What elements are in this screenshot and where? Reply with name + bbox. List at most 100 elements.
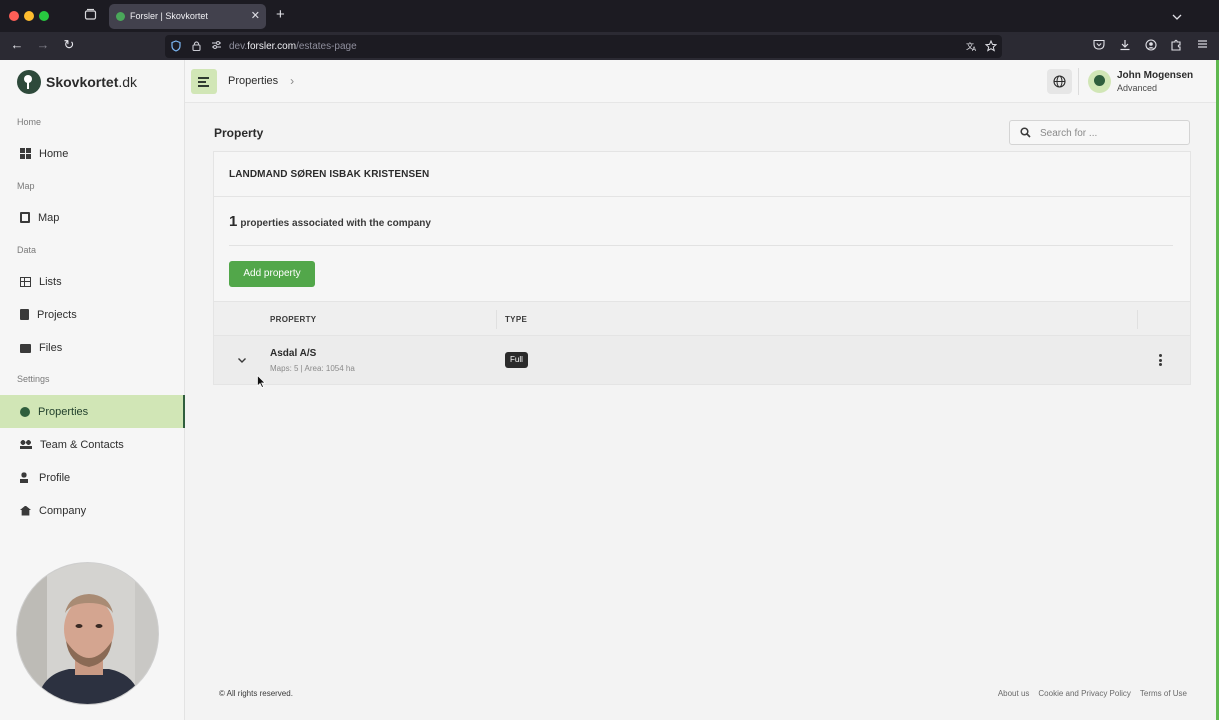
user-avatar[interactable] <box>1088 70 1111 93</box>
lock-icon[interactable] <box>192 40 201 55</box>
logo-tld: .dk <box>118 74 138 90</box>
header-divider <box>1078 68 1079 95</box>
section-label-home: Home <box>17 117 42 127</box>
expand-chevron-icon[interactable] <box>236 353 248 365</box>
permissions-icon[interactable] <box>211 40 222 54</box>
url-text[interactable]: dev.forsler.com/estates-page <box>229 41 357 53</box>
account-icon[interactable] <box>1144 39 1158 55</box>
properties-icon <box>20 406 30 417</box>
extensions-icon[interactable] <box>1169 39 1183 55</box>
folder-icon <box>20 344 31 353</box>
page-title: Property <box>214 126 264 140</box>
minimize-window-button[interactable] <box>24 11 34 21</box>
section-label-map: Map <box>17 181 35 191</box>
reload-icon[interactable]: ↻ <box>61 37 77 53</box>
tab-list-chevron-icon[interactable] <box>1172 9 1182 20</box>
sidebar-item-label: Lists <box>39 275 62 288</box>
sidebar-item-label: Projects <box>37 308 77 321</box>
url-bar[interactable]: dev.forsler.com/estates-page 文A <box>165 35 1002 58</box>
bookmark-star-icon[interactable] <box>984 39 998 56</box>
sidebar-item-map[interactable]: Map <box>0 201 185 234</box>
table-header: PROPERTY TYPE <box>214 301 1190 336</box>
clipboard-icon <box>20 309 29 320</box>
webcam-overlay <box>16 562 159 705</box>
sidebar-item-label: Team & Contacts <box>40 438 124 451</box>
grid-icon <box>20 148 31 159</box>
search-icon <box>1020 127 1031 138</box>
pocket-icon[interactable] <box>1092 39 1106 54</box>
favicon-icon <box>116 12 125 21</box>
menu-collapse-icon-bar <box>198 81 206 83</box>
globe-icon <box>1053 75 1066 88</box>
more-dot <box>1158 354 1162 357</box>
sidebar: Skovkortet.dk Home Home Map Map Data Lis… <box>0 60 185 720</box>
sidebar-item-label: Home <box>39 147 69 160</box>
browser-tab-bar: Forsler | Skovkortet ✕ + <box>0 0 1219 32</box>
property-count: 1 <box>229 213 238 230</box>
menu-collapse-icon-bar <box>198 85 209 87</box>
menu-collapse-icon <box>198 77 209 79</box>
browser-tab-active[interactable]: Forsler | Skovkortet ✕ <box>109 4 266 29</box>
sidebar-item-company[interactable]: Company <box>0 494 185 527</box>
forward-arrow-icon[interactable]: → <box>35 37 51 53</box>
sidebar-item-lists[interactable]: Lists <box>0 265 185 298</box>
column-separator <box>1137 310 1138 329</box>
app-header: Properties › John Mogensen Advanced <box>185 60 1219 103</box>
footer-copyright: © All rights reserved. <box>219 689 293 698</box>
close-window-button[interactable] <box>9 11 19 21</box>
search-input[interactable] <box>1040 124 1180 142</box>
table-icon <box>20 276 31 287</box>
logo[interactable]: Skovkortet.dk <box>17 69 137 95</box>
search-box[interactable] <box>1009 120 1190 145</box>
sidebar-item-label: Company <box>39 504 87 517</box>
map-icon <box>20 212 30 223</box>
home-icon <box>20 505 31 516</box>
hamburger-menu-icon[interactable] <box>1195 39 1209 53</box>
zoom-window-button[interactable] <box>39 11 49 21</box>
chevron-right-icon: › <box>290 74 295 88</box>
footer-link-terms[interactable]: Terms of Use <box>1140 689 1187 699</box>
footer-link-privacy[interactable]: Cookie and Privacy Policy <box>1038 689 1130 699</box>
logo-text: Skovkortet.dk <box>46 74 137 90</box>
sidebar-item-properties[interactable]: Properties <box>0 395 185 428</box>
company-name: LANDMAND SØREN ISBAK KRISTENSEN <box>229 169 430 180</box>
more-vertical-icon[interactable] <box>1156 352 1164 368</box>
sidebar-item-projects[interactable]: Projects <box>0 298 185 331</box>
divider <box>229 245 1173 246</box>
property-count-text: properties associated with the company <box>240 218 431 229</box>
add-property-button[interactable]: Add property <box>229 261 315 287</box>
back-arrow-icon[interactable]: ← <box>9 37 25 53</box>
user-name[interactable]: John Mogensen <box>1117 70 1193 82</box>
sidebar-item-label: Map <box>38 211 60 224</box>
language-button[interactable] <box>1047 69 1072 94</box>
sidebar-item-profile[interactable]: Profile <box>0 461 185 494</box>
tracking-shield-icon[interactable] <box>171 40 181 56</box>
footer-link-about[interactable]: About us <box>998 689 1030 699</box>
sidebar-item-home[interactable]: Home <box>0 137 185 170</box>
tab-overview-icon[interactable] <box>82 8 98 24</box>
collapse-sidebar-button[interactable] <box>191 69 217 94</box>
table-row[interactable]: Asdal A/S Maps: 5 | Area: 1054 ha Full <box>214 336 1190 384</box>
sidebar-item-label: Files <box>39 341 63 354</box>
sidebar-item-files[interactable]: Files <box>0 331 185 364</box>
downloads-icon[interactable] <box>1118 39 1132 55</box>
more-dot <box>1158 358 1162 362</box>
translate-icon[interactable]: 文A <box>966 40 978 56</box>
property-name[interactable]: Asdal A/S <box>270 348 316 360</box>
sidebar-item-label: Profile <box>39 471 71 484</box>
url-path: /estates-page <box>296 41 357 52</box>
section-label-settings: Settings <box>17 374 50 384</box>
app-viewport: Skovkortet.dk Home Home Map Map Data Lis… <box>0 60 1219 720</box>
breadcrumb-item-properties[interactable]: Properties <box>228 74 278 88</box>
column-separator <box>496 310 497 329</box>
column-header-type[interactable]: TYPE <box>505 315 527 325</box>
new-tab-icon[interactable]: + <box>276 7 285 23</box>
column-header-property[interactable]: PROPERTY <box>270 315 316 325</box>
sidebar-item-team-contacts[interactable]: Team & Contacts <box>0 428 185 461</box>
tab-close-icon[interactable]: ✕ <box>251 9 260 23</box>
tree-logo-icon <box>17 70 41 94</box>
browser-nav-bar: ← → ↻ dev.forsler.com/estates-page 文A <box>0 32 1219 60</box>
url-prefix: dev. <box>229 41 248 52</box>
svg-text:A: A <box>972 46 977 52</box>
more-dot <box>1158 363 1162 366</box>
